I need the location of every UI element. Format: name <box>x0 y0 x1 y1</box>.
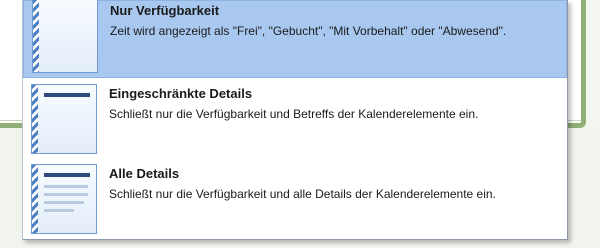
icon-detail-line <box>44 201 84 204</box>
icon-detail-line <box>44 185 88 188</box>
free-busy-only-icon <box>32 0 98 73</box>
icon-subject-bar <box>44 173 90 177</box>
icon-subject-bar <box>44 93 90 97</box>
menu-item-title: Nur Verfügbarkeit <box>110 3 220 18</box>
menu-item-title: Alle Details <box>109 166 180 181</box>
menu-item-title: Eingeschränkte Details <box>109 86 253 101</box>
detail-level-dropdown-menu: Nur Verfügbarkeit Zeit wird angezeigt al… <box>22 0 568 240</box>
menu-item-description: Schließt nur die Verfügbarkeit und Betre… <box>109 107 479 121</box>
icon-detail-line <box>44 193 88 196</box>
icon-detail-line <box>44 209 74 212</box>
icon-stripe <box>32 85 38 153</box>
menu-item-description: Zeit wird angezeigt als "Frei", "Gebucht… <box>110 24 507 38</box>
menu-item-description: Schließt nur die Verfügbarkeit und alle … <box>109 187 496 201</box>
menu-item-full-details[interactable]: Alle Details Schließt nur die Verfügbark… <box>23 160 567 238</box>
icon-stripe <box>33 0 39 72</box>
full-details-icon <box>31 164 97 234</box>
icon-stripe <box>32 165 38 233</box>
limited-details-icon <box>31 84 97 154</box>
menu-item-free-busy-only[interactable]: Nur Verfügbarkeit Zeit wird angezeigt al… <box>23 0 567 78</box>
menu-item-limited-details[interactable]: Eingeschränkte Details Schließt nur die … <box>23 80 567 158</box>
